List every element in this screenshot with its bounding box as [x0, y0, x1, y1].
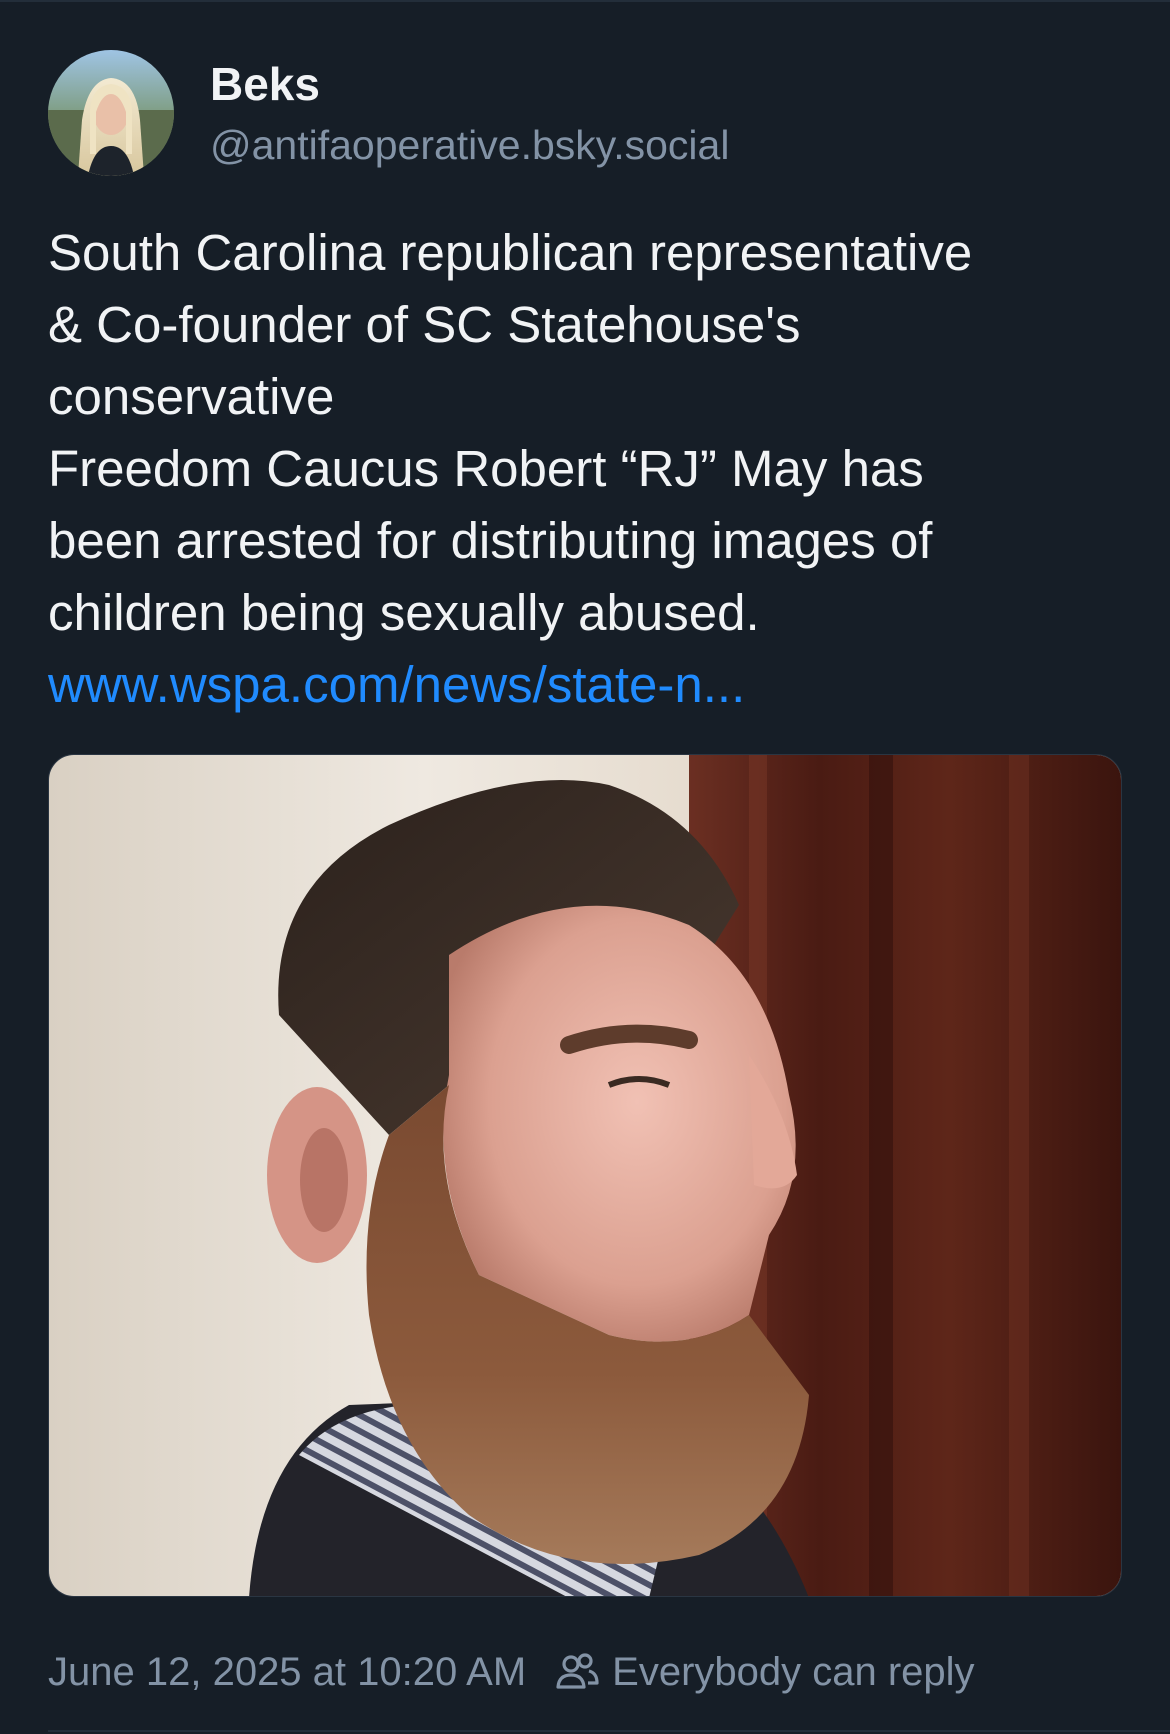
- post-text-line: South Carolina republican representative: [48, 224, 973, 281]
- photo-man-profile-illustration: [49, 755, 1121, 1596]
- post-link[interactable]: www.wspa.com/news/state-n...: [48, 656, 745, 713]
- divider: [48, 1730, 1170, 1732]
- author-handle[interactable]: @antifaoperative.bsky.social: [210, 116, 729, 174]
- post-text-line: & Co-founder of SC Statehouse's: [48, 296, 801, 353]
- post-meta: June 12, 2025 at 10:20 AM Everybody can …: [48, 1642, 975, 1702]
- avatar[interactable]: [48, 50, 174, 176]
- post-text-line: Freedom Caucus Robert “RJ” May has: [48, 440, 924, 497]
- post-text-line: been arrested for distributing images of: [48, 512, 933, 569]
- reply-setting-label: Everybody can reply: [612, 1649, 975, 1694]
- reply-setting[interactable]: Everybody can reply: [554, 1649, 975, 1695]
- post-body: South Carolina republican representative…: [48, 217, 1128, 721]
- people-icon: [556, 1653, 599, 1689]
- post-image[interactable]: [48, 754, 1122, 1597]
- post-timestamp[interactable]: June 12, 2025 at 10:20 AM: [48, 1650, 526, 1695]
- post-card: Beks @antifaoperative.bsky.social South …: [0, 0, 1170, 1734]
- post-author: Beks @antifaoperative.bsky.social: [210, 54, 729, 174]
- post-text-line: conservative: [48, 368, 335, 425]
- avatar-image: [48, 50, 174, 176]
- post-text-line: children being sexually abused.: [48, 584, 760, 641]
- author-display-name[interactable]: Beks: [210, 54, 729, 114]
